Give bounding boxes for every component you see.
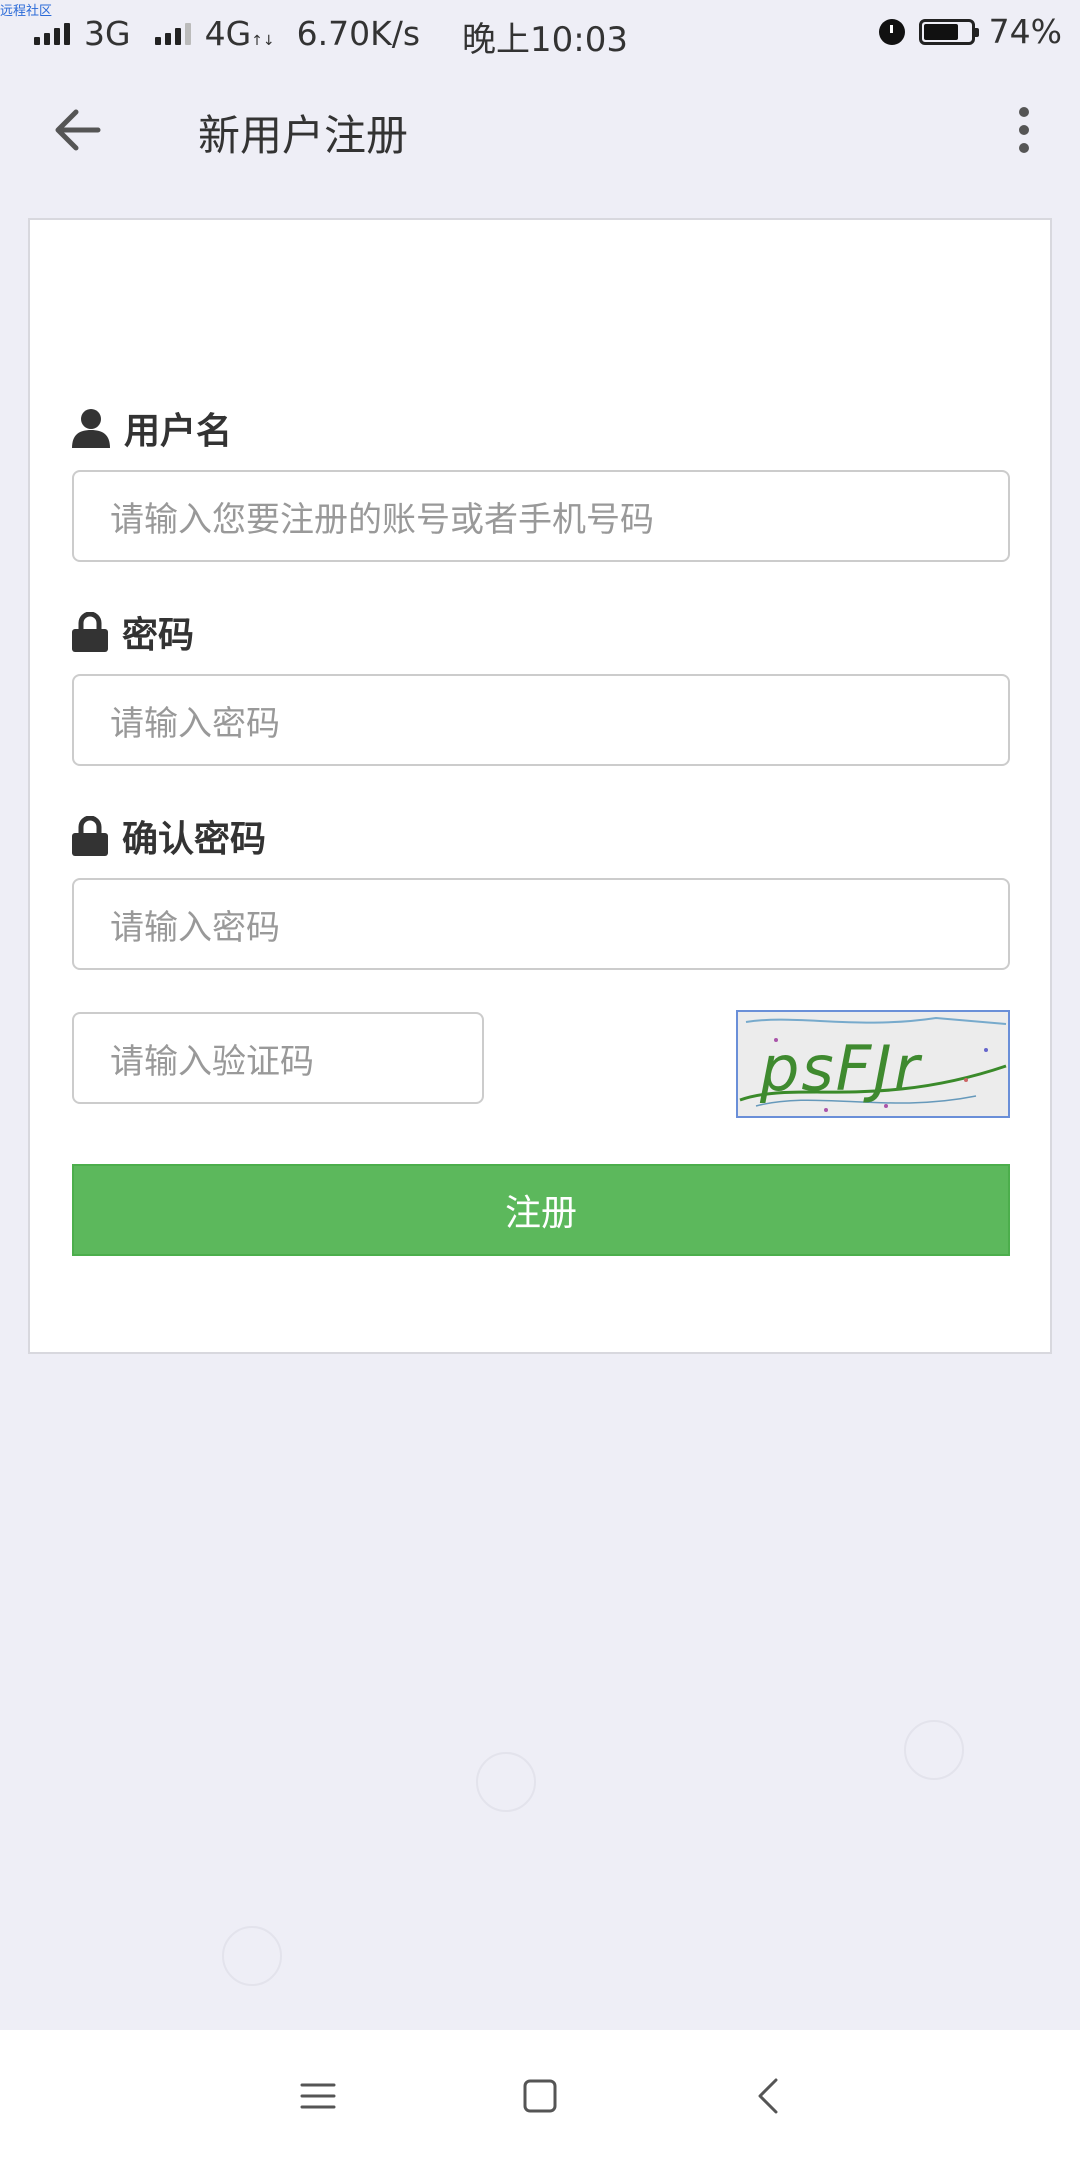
system-nav-bar <box>0 2030 1080 2160</box>
chevron-left-icon <box>758 2078 778 2114</box>
network-type-2: 4G↑↓ <box>204 14 275 53</box>
alarm-icon <box>878 18 905 45</box>
nav-menu-button[interactable] <box>286 2064 350 2128</box>
page-title: 新用户注册 <box>198 111 409 160</box>
captcha-image[interactable]: psFJr <box>736 1010 1010 1118</box>
status-left: 3G 4G↑↓ 6.70K/s <box>34 14 420 53</box>
square-home-icon <box>523 2079 557 2113</box>
lock-icon <box>72 816 108 856</box>
signal-icon <box>34 22 70 45</box>
arrow-left-icon <box>55 109 101 151</box>
user-icon <box>72 409 110 448</box>
password-input[interactable]: 请输入密码 <box>72 674 1010 766</box>
ripple-decoration <box>476 1752 536 1812</box>
lock-icon <box>72 612 108 652</box>
ripple-decoration <box>222 1926 282 1986</box>
more-options-button[interactable] <box>1004 100 1044 160</box>
register-screen: 远程社区 3G 4G↑↓ 6.70K/s 晚上10:03 74% 新用户注册 用… <box>0 0 1080 2160</box>
network-speed: 6.70K/s <box>296 14 421 53</box>
back-button[interactable] <box>48 102 108 158</box>
username-input[interactable]: 请输入您要注册的账号或者手机号码 <box>72 470 1010 562</box>
register-button[interactable]: 注册 <box>72 1164 1010 1256</box>
battery-icon <box>918 18 979 45</box>
status-time: 晚上10:03 <box>462 20 628 60</box>
username-label: 用户名 <box>72 402 232 454</box>
nav-back-button[interactable] <box>736 2064 800 2128</box>
register-form-card: 用户名 请输入您要注册的账号或者手机号码 密码 请输入密码 确认密码 请输入密码… <box>28 218 1052 1354</box>
status-right: 74% <box>878 12 1062 51</box>
confirm-password-input[interactable]: 请输入密码 <box>72 878 1010 970</box>
ripple-decoration <box>904 1720 964 1780</box>
captcha-text: psFJr <box>759 1032 923 1105</box>
app-header: 新用户注册 <box>0 80 1080 180</box>
battery-percent: 74% <box>988 12 1062 51</box>
signal-icon-2 <box>154 22 191 45</box>
password-label: 密码 <box>72 606 194 658</box>
network-type-1: 3G <box>84 14 131 53</box>
nav-home-button[interactable] <box>508 2064 572 2128</box>
captcha-input[interactable]: 请输入验证码 <box>72 1012 484 1104</box>
menu-icon <box>300 2083 336 2109</box>
confirm-password-label: 确认密码 <box>72 810 266 862</box>
more-vertical-icon <box>1019 107 1029 117</box>
status-bar: 3G 4G↑↓ 6.70K/s 晚上10:03 74% <box>0 0 1080 68</box>
